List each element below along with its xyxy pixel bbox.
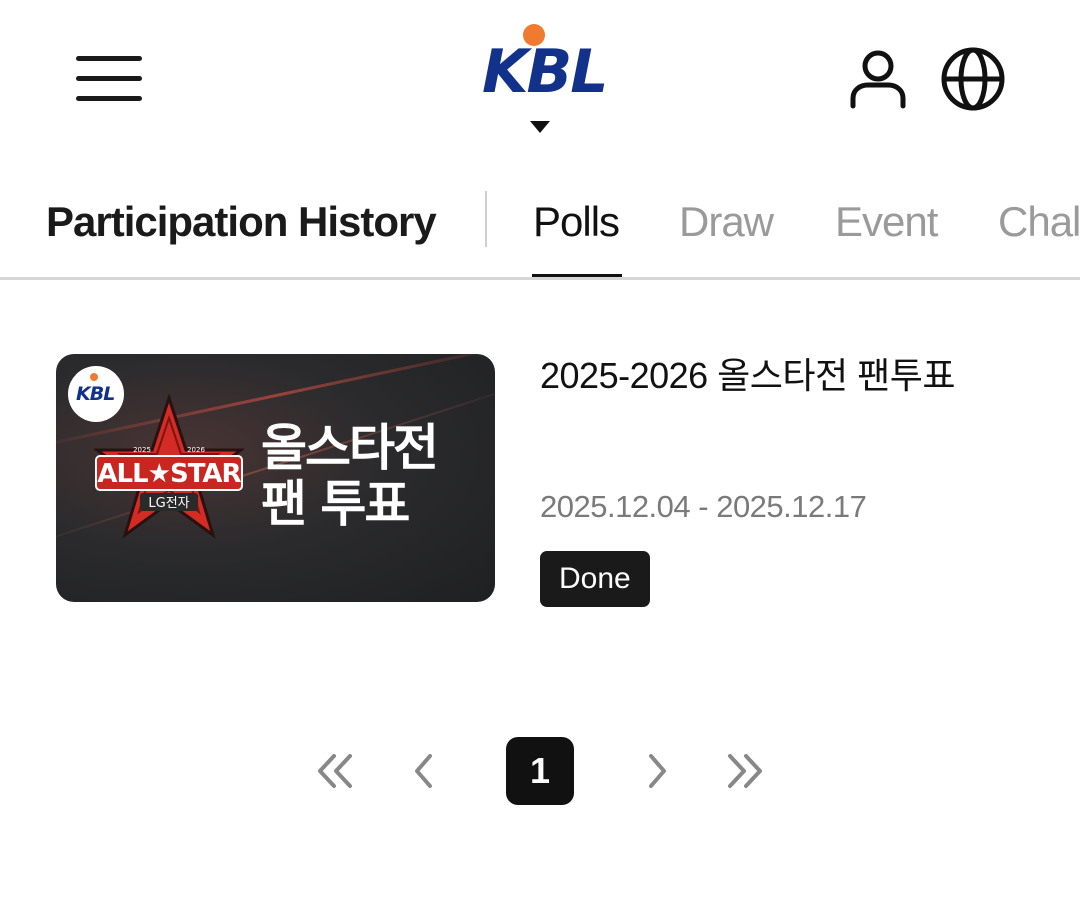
all-star-emblem: ALL★STAR LG전자 2025 2026 <box>94 394 244 539</box>
poll-period: 2025.12.04 - 2025.12.17 <box>540 489 867 524</box>
double-chevron-left-icon[interactable] <box>312 737 358 805</box>
pagination: 1 <box>0 737 1080 805</box>
tab-event[interactable]: Event <box>835 192 938 252</box>
kbl-logo[interactable]: KBL <box>476 22 608 140</box>
user-icon[interactable] <box>846 46 910 112</box>
tab-draw[interactable]: Draw <box>679 192 774 252</box>
tab-divider <box>485 191 487 247</box>
tab-challenge[interactable]: Chal <box>998 192 1080 252</box>
logo-text: KBL <box>482 37 608 107</box>
sponsor-text: LG전자 <box>148 496 189 511</box>
tab-polls[interactable]: Polls <box>533 192 620 252</box>
participation-history-title: Participation History <box>46 198 437 245</box>
active-tab-indicator <box>532 274 622 277</box>
double-chevron-right-icon[interactable] <box>722 737 768 805</box>
poll-title[interactable]: 2025-2026 올스타전 팬투표 <box>540 354 956 398</box>
basketball-icon <box>523 24 545 46</box>
chevron-left-icon[interactable] <box>410 737 440 805</box>
poll-thumbnail: KBL ALL★STAR LG전자 2025 2026 올스타전 팬 투표 <box>56 354 495 602</box>
season-start: 2025 <box>133 446 151 454</box>
all-star-text: ALL★STAR <box>97 459 241 489</box>
season-end: 2026 <box>187 446 205 454</box>
caret-down-icon[interactable] <box>530 121 550 133</box>
globe-icon[interactable] <box>940 46 1006 112</box>
hamburger-menu-icon[interactable] <box>76 54 142 104</box>
top-header: KBL <box>0 0 1080 160</box>
basketball-icon <box>90 373 98 381</box>
thumbnail-title: 올스타전 팬 투표 <box>261 419 439 533</box>
category-tabs: Participation History Polls Draw Event C… <box>0 170 1080 280</box>
page-number-current[interactable]: 1 <box>506 737 574 805</box>
status-badge: Done <box>540 551 650 607</box>
chevron-right-icon[interactable] <box>642 737 672 805</box>
poll-list-item[interactable]: KBL ALL★STAR LG전자 2025 2026 올스타전 팬 투표 20… <box>56 354 1046 614</box>
